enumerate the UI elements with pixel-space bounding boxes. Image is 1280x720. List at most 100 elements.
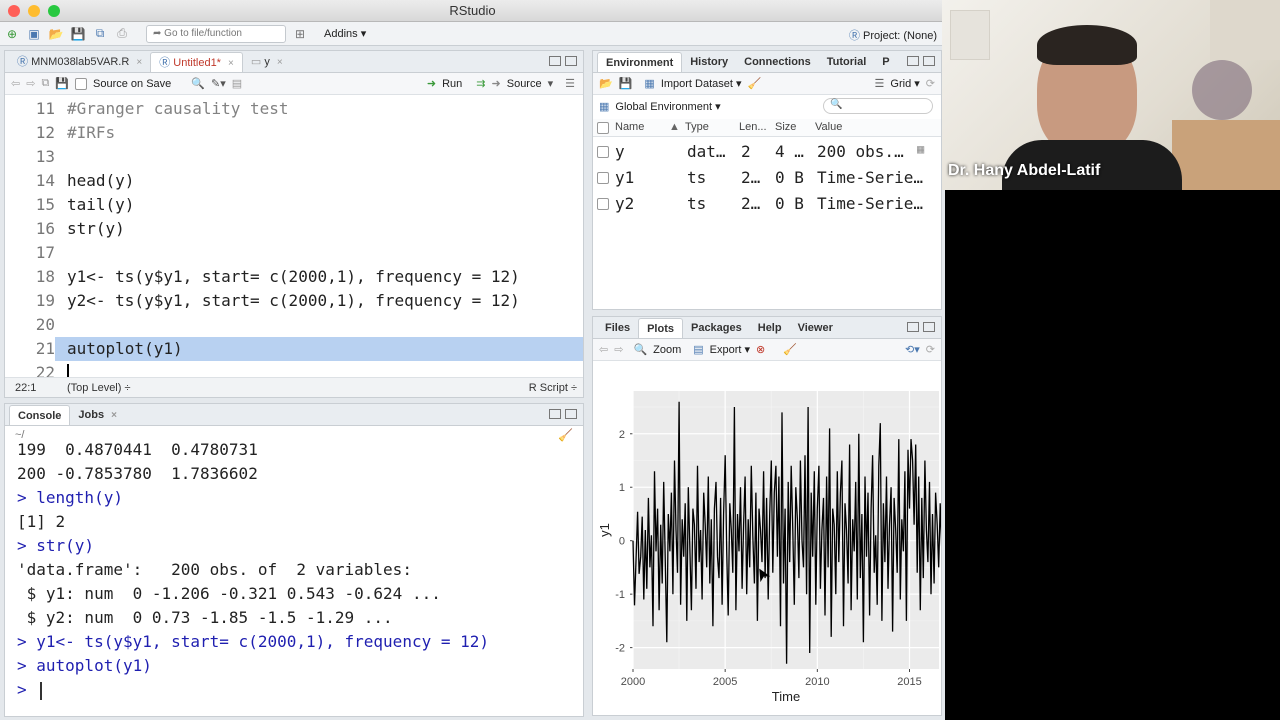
save-all-icon[interactable]: ⧉ [92,26,108,41]
code-line: 14 head(y) [5,169,583,193]
x-tick-label: 2005 [713,676,737,688]
column-value[interactable]: Value [815,121,842,133]
tab-file-2[interactable]: Ⓡ Untitled1* × [150,52,243,72]
column-size[interactable]: Size [775,121,796,133]
tab-tutorial[interactable]: Tutorial [819,52,875,72]
find-icon[interactable]: 🔍 [191,77,205,90]
row-checkbox[interactable] [597,146,609,158]
minimize-pane-icon[interactable] [549,56,561,66]
tab-packages[interactable]: Packages [683,318,750,338]
code-editor[interactable]: 11 #Granger causality test 12 #IRFs 13 14 h… [5,97,583,382]
show-in-window-icon[interactable]: ⧉ [41,77,49,90]
env-row[interactable]: y dat… 2 4 … 200 obs.… ▦ [593,139,941,165]
column-length[interactable]: Len... [739,121,767,133]
open-file-icon[interactable]: 📂 [48,27,64,41]
tab-label: Console [18,410,62,422]
refresh-icon[interactable]: ⟳ [926,343,935,356]
new-file-icon[interactable]: ⊕ [4,27,20,41]
env-row[interactable]: y2 ts 2… 0 B Time-Serie… [593,191,941,217]
row-checkbox[interactable] [597,198,609,210]
grid-layout-icon[interactable]: ⊞ [292,27,308,41]
code-line: 17 [5,241,583,265]
code-line: 11 #Granger causality test [5,97,583,121]
row-checkbox[interactable] [597,172,609,184]
r-project-icon: Ⓡ [848,30,860,42]
zoom-button[interactable]: Zoom [653,344,681,356]
outline-icon[interactable]: ☰ [565,77,575,90]
print-icon[interactable]: ⎙ [114,26,130,41]
source-on-save-checkbox[interactable] [75,77,87,90]
previous-plot-icon[interactable]: ⇦ [599,343,608,356]
editor-tabbar: Ⓡ MNM038lab5VAR.R × Ⓡ Untitled1* × ▭ y × [5,51,583,73]
tab-plots[interactable]: Plots [638,318,683,338]
scope-dropdown[interactable]: Global Environment ▾ [615,100,720,113]
zoom-window-button[interactable] [48,5,60,17]
tab-jobs[interactable]: Jobs × [70,405,125,425]
console-output-line: $ y2: num 0 0.73 -1.85 -1.5 -1.29 ... [17,608,393,627]
tab-overflow[interactable]: P [874,52,897,72]
tab-label: y [264,56,270,68]
close-tab-icon[interactable]: × [228,58,234,69]
tab-help[interactable]: Help [750,318,790,338]
maximize-pane-icon[interactable] [565,409,577,419]
grid-view-button[interactable]: Grid ▾ [890,77,919,90]
column-type[interactable]: Type [685,121,709,133]
export-button[interactable]: Export ▾ [710,343,750,356]
close-tab-icon[interactable]: × [277,57,283,68]
code-tools-icon[interactable]: ✎▾ [211,77,226,90]
tab-data-y[interactable]: ▭ y × [243,52,291,72]
new-project-icon[interactable]: ▣ [26,27,42,41]
close-tab-icon[interactable]: × [111,410,117,421]
env-search-input[interactable]: 🔍 [823,98,933,114]
file-type-selector[interactable]: R Script ÷ [529,378,577,397]
column-name[interactable]: Name [615,121,644,133]
minimize-window-button[interactable] [28,5,40,17]
goto-file-input[interactable]: ➦ Go to file/function [146,24,286,43]
run-button[interactable]: Run [442,78,462,90]
import-dataset-button[interactable]: Import Dataset ▾ [661,77,742,90]
load-workspace-icon[interactable]: 📂 [599,77,613,90]
tab-history[interactable]: History [682,52,736,72]
tab-files[interactable]: Files [597,318,638,338]
close-window-button[interactable] [8,5,20,17]
tab-viewer[interactable]: Viewer [790,318,841,338]
view-data-icon[interactable]: ▦ [917,142,924,156]
maximize-pane-icon[interactable] [565,56,577,66]
forward-icon[interactable]: ⇨ [26,77,35,90]
publish-icon[interactable]: ⟲▾ [905,343,920,356]
save-workspace-icon[interactable]: 💾 [619,77,633,90]
rstudio-window: RStudio ⊕ ▣ 📂 💾 ⧉ ⎙ ➦ Go to file/functio… [0,0,945,720]
back-icon[interactable]: ⇦ [11,77,20,90]
remove-plot-icon[interactable]: ⊗ [756,343,765,356]
tab-console[interactable]: Console [9,405,71,425]
env-row[interactable]: y1 ts 2… 0 B Time-Serie… [593,165,941,191]
next-plot-icon[interactable]: ⇨ [614,343,623,356]
minimize-pane-icon[interactable] [549,409,561,419]
var-size: 4 … [775,142,804,161]
scope-selector[interactable]: (Top Level) ÷ [67,378,131,397]
broom-icon[interactable]: 🧹 [748,77,762,90]
compile-report-icon[interactable]: ▤ [232,77,242,90]
broom-icon[interactable]: 🧹 [783,343,797,356]
refresh-icon[interactable]: ⟳ [926,77,935,90]
tab-connections[interactable]: Connections [736,52,819,72]
save-icon[interactable]: 💾 [55,77,69,90]
source-button[interactable]: Source [507,78,542,90]
console-output[interactable]: 199 0.4870441 0.4780731 200 -0.7853780 1.… [17,438,579,702]
close-tab-icon[interactable]: × [136,57,142,68]
addins-menu[interactable]: Addins ▾ [324,27,366,40]
minimize-pane-icon[interactable] [907,322,919,332]
save-icon[interactable]: 💾 [70,27,86,41]
maximize-pane-icon[interactable] [923,56,935,66]
chevron-down-icon[interactable]: ▾ [548,77,554,90]
rerun-icon[interactable]: ⇉ [476,77,485,90]
maximize-pane-icon[interactable] [923,322,935,332]
select-all-checkbox[interactable] [597,122,609,134]
x-tick-label: 2015 [897,676,921,688]
minimize-pane-icon[interactable] [907,56,919,66]
tab-environment[interactable]: Environment [597,52,683,72]
project-menu[interactable]: Ⓡ Project: (None) [849,27,937,43]
code-line: 16 str(y) [5,217,583,241]
tab-file-1[interactable]: Ⓡ MNM038lab5VAR.R × [9,52,150,72]
x-tick-label: 2010 [805,676,829,688]
